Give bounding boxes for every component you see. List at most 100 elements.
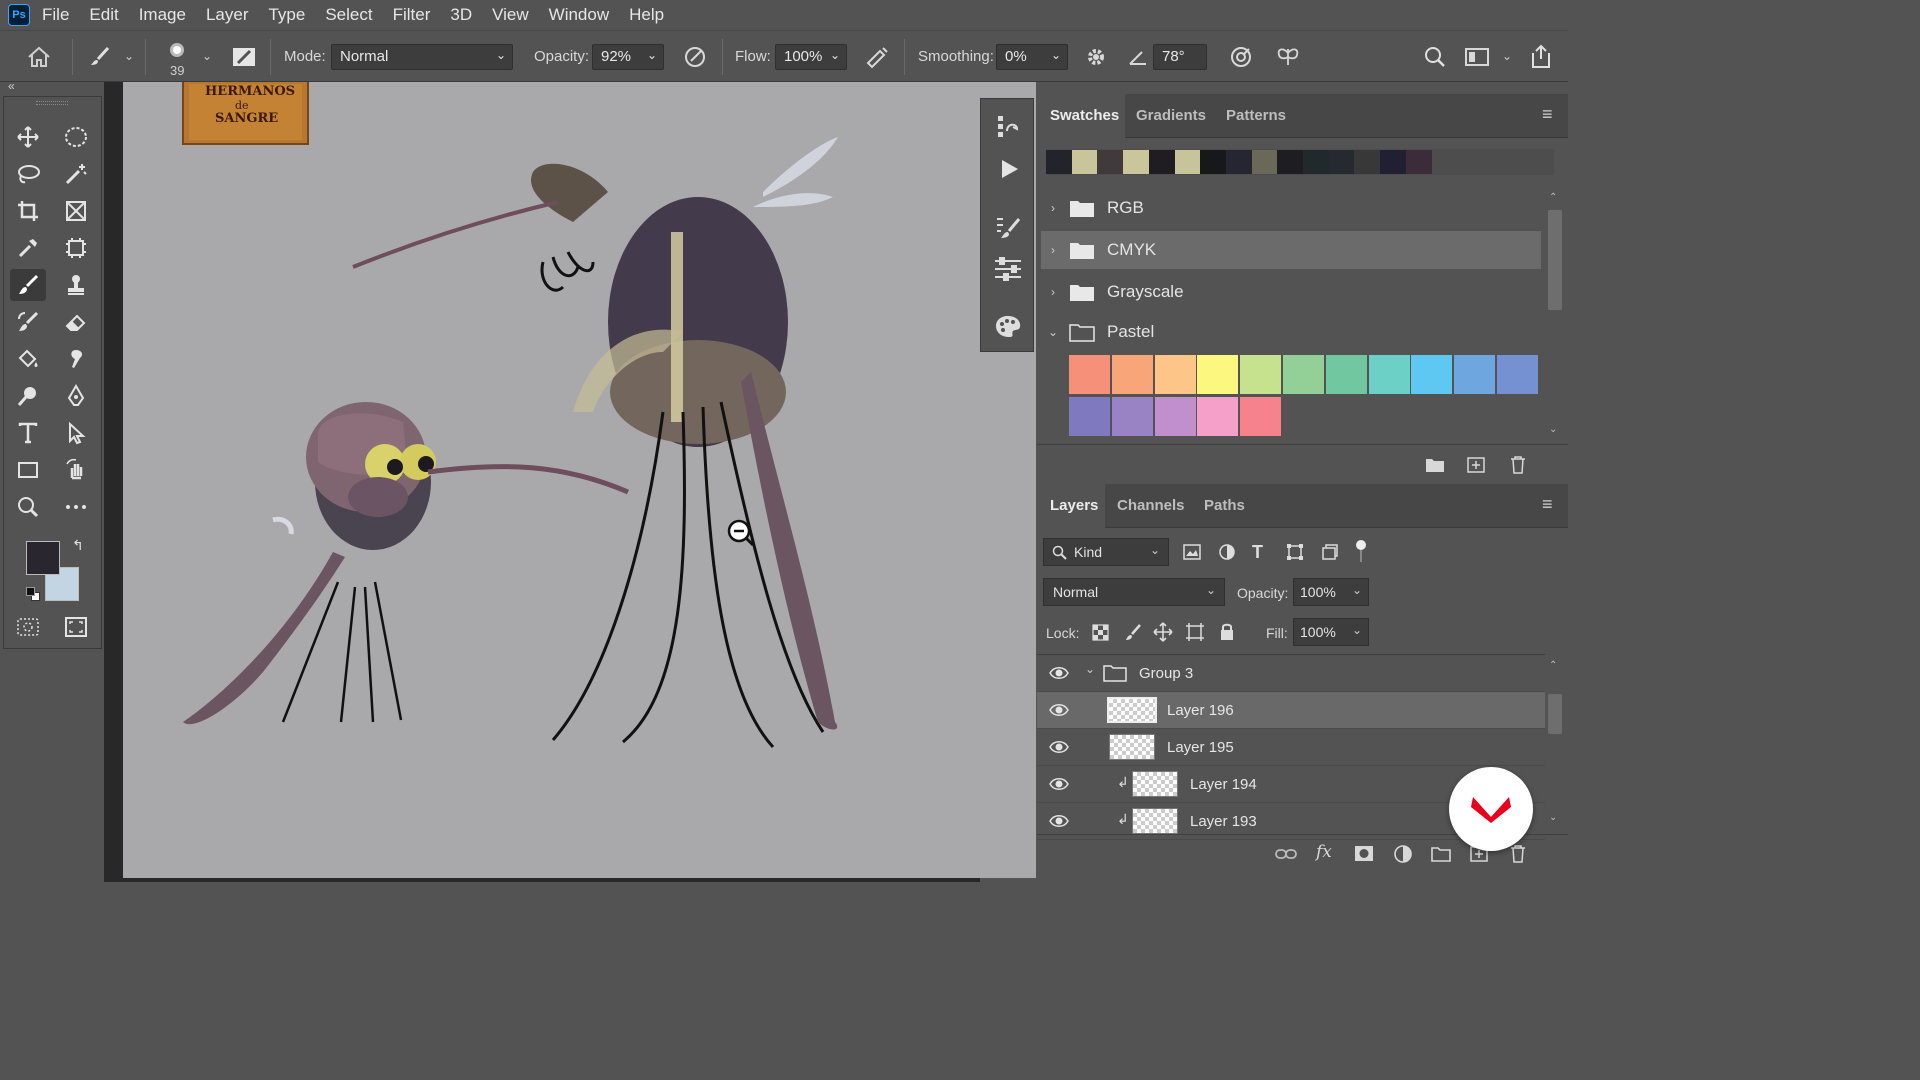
path-selection-tool-icon[interactable] [58,417,94,449]
recent-swatch[interactable] [1200,150,1227,174]
menu-layer[interactable]: Layer [206,5,249,25]
brush-preview-icon[interactable] [164,39,190,61]
flow-input[interactable]: 100% ⌄ [775,44,847,70]
recent-swatch[interactable] [1225,150,1252,174]
menu-file[interactable]: File [42,5,69,25]
brush-settings-panel-icon[interactable] [230,43,258,71]
eyedropper-tool-icon[interactable] [10,232,46,264]
menu-image[interactable]: Image [139,5,186,25]
gear-icon[interactable] [1082,43,1110,71]
swap-colors-icon[interactable]: ↰ [72,537,84,554]
history-panel-icon[interactable] [995,113,1021,139]
eraser-tool-icon[interactable] [58,306,94,338]
chevron-down-icon[interactable]: ⌄ [1085,662,1095,676]
menu-help[interactable]: Help [629,5,664,25]
default-colors-icon[interactable] [26,587,40,601]
swatch-group-rgb[interactable]: › RGB [1041,189,1541,227]
pastel-swatch[interactable] [1368,355,1410,394]
recent-swatch[interactable] [1380,150,1407,174]
hand-rotate-tool-icon[interactable] [58,454,94,486]
recent-swatch[interactable] [1251,150,1278,174]
new-swatch-icon[interactable] [1466,456,1486,474]
color-palette-icon[interactable] [993,313,1023,339]
smoothing-input[interactable]: 0% ⌄ [996,44,1068,70]
layer-row-group-3[interactable]: ⌄ Group 3 [1037,655,1545,692]
visibility-eye-icon[interactable] [1049,811,1069,831]
lasso-tool-icon[interactable] [10,158,46,190]
pixel-layer-filter-icon[interactable] [1183,544,1201,560]
type-tool-icon[interactable] [10,417,46,449]
type-layer-filter-icon[interactable]: T [1252,542,1263,563]
pastel-swatch[interactable] [1154,397,1196,436]
lock-artboard-icon[interactable] [1185,623,1205,641]
new-swatch-group-icon[interactable] [1425,457,1445,473]
visibility-eye-icon[interactable] [1049,700,1069,720]
quick-mask-icon[interactable] [10,611,46,643]
brush-preset-chevron-icon[interactable]: ⌄ [202,49,212,63]
recent-swatch[interactable] [1354,150,1381,174]
pastel-swatch[interactable] [1325,355,1367,394]
lock-all-icon[interactable] [1219,622,1235,641]
filter-toggle-icon[interactable] [1355,540,1367,564]
layer-filter-select[interactable]: Kind ⌄ [1043,538,1169,566]
swatch-group-grayscale[interactable]: › Grayscale [1041,273,1541,311]
paint-bucket-tool-icon[interactable] [10,343,46,375]
recent-swatch[interactable] [1405,150,1432,174]
smudge-tool-icon[interactable] [58,343,94,375]
recent-swatch[interactable] [1071,150,1098,174]
swatch-group-pastel[interactable]: ⌄ Pastel [1041,313,1541,351]
workspace-icon[interactable] [1462,43,1492,71]
lock-transparent-pixels-icon[interactable] [1092,624,1109,641]
pastel-swatch[interactable] [1069,397,1110,436]
tab-layers[interactable]: Layers [1050,497,1098,514]
swatches-scrollbar[interactable]: ⌃ ⌄ [1547,192,1562,442]
search-icon[interactable] [1420,43,1450,71]
pastel-swatch[interactable] [1283,355,1324,394]
tab-paths[interactable]: Paths [1204,497,1245,514]
smart-object-filter-icon[interactable] [1321,543,1339,561]
pastel-swatch[interactable] [1411,355,1453,394]
lock-image-pixels-icon[interactable] [1124,623,1142,641]
menu-type[interactable]: Type [268,5,305,25]
symmetry-butterfly-icon[interactable] [1272,43,1304,71]
foreground-color-swatch[interactable] [26,541,60,575]
pastel-swatch[interactable] [1497,355,1538,394]
mode-select[interactable]: Normal ⌄ [331,44,513,70]
menu-filter[interactable]: Filter [393,5,431,25]
menu-view[interactable]: View [492,5,529,25]
layer-fill-input[interactable]: 100% ⌄ [1293,618,1369,646]
more-tools-icon[interactable] [58,491,94,523]
brush-tool-icon[interactable] [86,43,114,71]
delete-layer-icon[interactable] [1509,844,1527,864]
link-layers-icon[interactable] [1275,847,1297,861]
tab-gradients[interactable]: Gradients [1136,107,1206,124]
adjustment-layer-icon[interactable] [1393,844,1413,864]
home-icon[interactable] [24,43,54,71]
add-mask-icon[interactable] [1354,845,1374,862]
pastel-swatch[interactable] [1111,397,1153,436]
pastel-swatch[interactable] [1154,355,1196,394]
recent-swatch[interactable] [1303,150,1329,174]
visibility-eye-icon[interactable] [1049,737,1069,757]
pen-tool-icon[interactable] [58,380,94,412]
pressure-opacity-icon[interactable] [680,43,710,71]
pressure-size-icon[interactable] [1226,43,1256,71]
recent-swatch[interactable] [1328,150,1355,174]
menu-3d[interactable]: 3D [450,5,472,25]
clone-stamp-tool-icon[interactable] [58,269,94,301]
adjustments-sliders-icon[interactable] [993,255,1023,281]
layer-row-layer-195[interactable]: Layer 195 [1037,729,1545,766]
rectangle-tool-icon[interactable] [10,454,46,486]
layer-row-layer-196[interactable]: Layer 196 [1037,692,1545,729]
menu-window[interactable]: Window [549,5,609,25]
recent-swatch[interactable] [1097,150,1124,174]
adjustment-layer-filter-icon[interactable] [1218,543,1236,561]
crop-tool-icon[interactable] [10,195,46,227]
share-icon[interactable] [1526,41,1556,71]
layers-scrollbar[interactable]: ⌃ ⌄ [1547,660,1562,830]
elliptical-marquee-tool-icon[interactable] [58,121,94,153]
layer-opacity-input[interactable]: 100% ⌄ [1293,578,1369,606]
recent-swatch[interactable] [1174,150,1201,174]
opacity-input[interactable]: 92% ⌄ [592,44,664,70]
history-brush-tool-icon[interactable] [10,306,46,338]
